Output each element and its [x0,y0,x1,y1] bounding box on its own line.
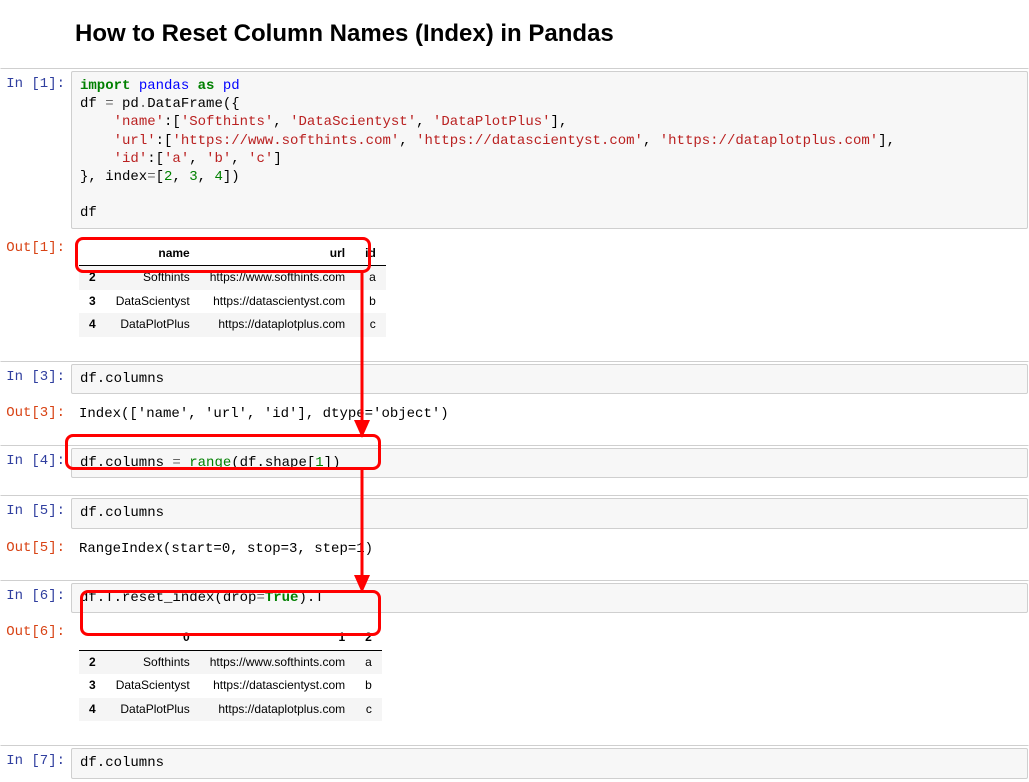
cell-out-3: Out[3]: Index(['name', 'url', 'id'], dty… [0,397,1029,431]
prompt-out-1: Out[1]: [1,235,71,256]
table-row: 2Softhintshttps://www.softhints.coma [79,650,382,674]
prompt-in-6: In [6]: [1,583,71,604]
table-header-url: url [200,242,355,266]
cell-in-5: In [5]: df.columns [0,495,1029,531]
prompt-in-1: In [1]: [1,71,71,92]
cell-in-6: In [6]: df.T.reset_index(drop=True).T [0,580,1029,616]
prompt-out-5: Out[5]: [1,535,71,556]
prompt-in-4: In [4]: [1,448,71,469]
code-input-3[interactable]: df.columns [71,364,1028,394]
prompt-in-7: In [7]: [1,748,71,769]
page-title: How to Reset Column Names (Index) in Pan… [0,0,1029,68]
prompt-in-5: In [5]: [1,498,71,519]
table-header [79,626,106,650]
cell-out-6: Out[6]: 0 1 2 2Softhintshttps://www.soft… [0,616,1029,731]
dataframe-1: name url id 2Softhintshttps://www.softhi… [79,242,386,337]
table-row: 2Softhintshttps://www.softhints.coma [79,266,386,290]
cell-out-1: Out[1]: name url id 2Softhintshttps://ww… [0,232,1029,347]
cell-in-4: In [4]: df.columns = range(df.shape[1]) [0,445,1029,481]
prompt-in-3: In [3]: [1,364,71,385]
output-6: 0 1 2 2Softhintshttps://www.softhints.co… [71,619,1028,728]
code-input-6[interactable]: df.T.reset_index(drop=True).T [71,583,1028,613]
code-input-4[interactable]: df.columns = range(df.shape[1]) [71,448,1028,478]
output-5: RangeIndex(start=0, stop=3, step=1) [71,535,1028,563]
output-1: name url id 2Softhintshttps://www.softhi… [71,235,1028,344]
prompt-out-6: Out[6]: [1,619,71,640]
code-input-1[interactable]: import pandas as pd df = pd.DataFrame({ … [71,71,1028,229]
cell-in-1: In [1]: import pandas as pd df = pd.Data… [0,68,1029,232]
table-header [79,242,106,266]
output-3: Index(['name', 'url', 'id'], dtype='obje… [71,400,1028,428]
table-row: 3DataScientysthttps://datascientyst.comb [79,290,386,314]
table-header-name: name [106,242,200,266]
cell-in-7: In [7]: df.columns [0,745,1029,781]
cell-in-3: In [3]: df.columns [0,361,1029,397]
table-row: 3DataScientysthttps://datascientyst.comb [79,674,382,698]
table-row: 4DataPlotPlushttps://dataplotplus.comc [79,313,386,337]
table-header-1: 1 [200,626,355,650]
table-header-id: id [355,242,386,266]
cell-out-5: Out[5]: RangeIndex(start=0, stop=3, step… [0,532,1029,566]
table-row: 4DataPlotPlushttps://dataplotplus.comc [79,698,382,722]
dataframe-2: 0 1 2 2Softhintshttps://www.softhints.co… [79,626,382,721]
table-header-0: 0 [106,626,200,650]
table-header-2: 2 [355,626,382,650]
code-input-5[interactable]: df.columns [71,498,1028,528]
prompt-out-3: Out[3]: [1,400,71,421]
